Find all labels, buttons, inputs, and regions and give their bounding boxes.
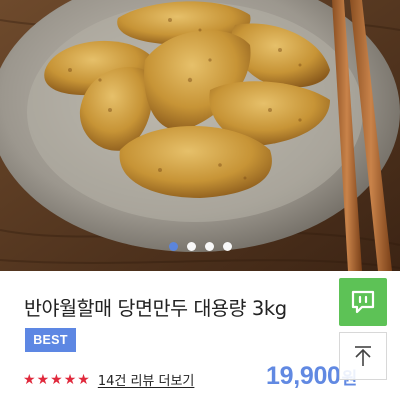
dumpling-photo — [0, 0, 400, 271]
chat-button[interactable] — [339, 278, 387, 326]
chat-bubble-icon — [351, 290, 375, 314]
scroll-top-button[interactable] — [339, 332, 387, 380]
star-icon: ★ — [77, 371, 90, 388]
slide-indicators[interactable] — [0, 242, 400, 251]
product-title: 반야월할매 당면만두 대용량 3kg — [24, 297, 287, 320]
star-icon: ★ — [63, 371, 77, 388]
star-icon: ★ — [50, 371, 63, 388]
arrow-up-icon — [355, 346, 371, 366]
best-badge: BEST — [25, 328, 76, 352]
price-value: 19,900 — [266, 362, 341, 390]
star-icon: ★ — [23, 371, 36, 388]
slide-dot-1[interactable] — [168, 242, 178, 251]
rating-stars: ★ ★ ★ ★ ★ — [23, 372, 90, 388]
reviews-link[interactable]: 14건 리뷰 더보기 — [98, 370, 195, 389]
slide-dot-4[interactable] — [222, 242, 232, 251]
slide-dot-2[interactable] — [186, 242, 196, 251]
rating-row: ★ ★ ★ ★ ★ 14건 리뷰 더보기 — [23, 370, 195, 390]
star-icon: ★ — [36, 371, 50, 388]
slide-dot-3[interactable] — [204, 242, 214, 251]
product-image[interactable] — [0, 0, 400, 271]
